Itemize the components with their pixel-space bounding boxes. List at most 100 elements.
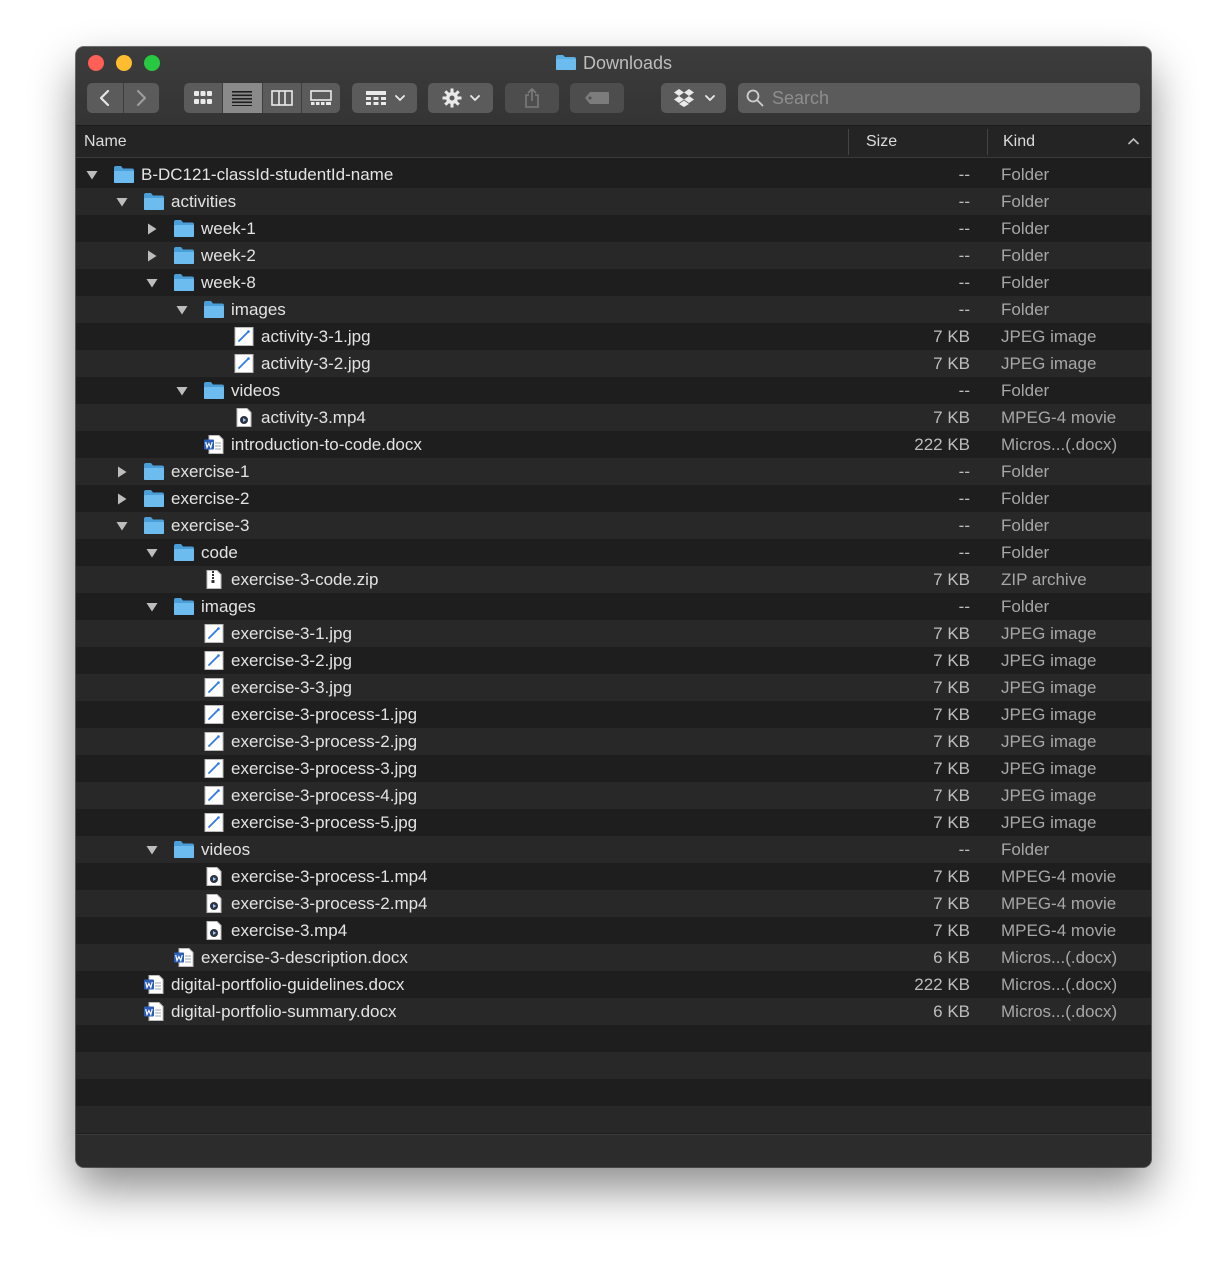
- item-name: week-1: [201, 219, 256, 238]
- file-row[interactable]: activity-3-1.jpg 7 KB JPEG image: [76, 323, 1151, 350]
- folder-row[interactable]: week-8 -- Folder: [76, 269, 1151, 296]
- item-size: 7 KB: [933, 921, 970, 940]
- search-field[interactable]: [738, 83, 1140, 113]
- file-row[interactable]: digital-portfolio-guidelines.docx 222 KB M…: [76, 971, 1151, 998]
- folder-row[interactable]: exercise-2 -- Folder: [76, 485, 1151, 512]
- gallery-view-button[interactable]: [302, 83, 340, 113]
- folder-row[interactable]: videos -- Folder: [76, 377, 1151, 404]
- item-kind: JPEG image: [1001, 813, 1097, 832]
- folder-row[interactable]: week-1 -- Folder: [76, 215, 1151, 242]
- disclosure-triangle-expanded-icon[interactable]: [175, 377, 189, 404]
- empty-row: [76, 1052, 1151, 1079]
- item-kind: Folder: [1001, 543, 1050, 562]
- folder-row[interactable]: activities -- Folder: [76, 188, 1151, 215]
- tag-icon: [585, 92, 609, 104]
- movie-file-icon: [203, 894, 225, 913]
- file-row[interactable]: exercise-3-process-3.jpg 7 KB JPEG image: [76, 755, 1151, 782]
- file-row[interactable]: exercise-3-2.jpg 7 KB JPEG image: [76, 647, 1151, 674]
- search-input[interactable]: [770, 86, 1114, 110]
- file-row[interactable]: exercise-3-process-4.jpg 7 KB JPEG image: [76, 782, 1151, 809]
- disclosure-triangle-collapsed-icon[interactable]: [145, 215, 159, 242]
- item-kind: Micros...(.docx): [1001, 975, 1118, 994]
- folder-row[interactable]: exercise-3 -- Folder: [76, 512, 1151, 539]
- item-kind: JPEG image: [1001, 354, 1097, 373]
- disclosure-triangle-expanded-icon[interactable]: [115, 188, 129, 215]
- disclosure-triangle-expanded-icon[interactable]: [145, 269, 159, 296]
- finder-window: Downloads Search Name Size Kind B-DC121-…: [76, 47, 1151, 1167]
- edit-tags-button[interactable]: [570, 83, 624, 113]
- folder-row[interactable]: images -- Folder: [76, 296, 1151, 323]
- chevron-down-icon: [469, 95, 480, 102]
- column-divider[interactable]: [848, 129, 849, 155]
- movie-file-icon: [233, 408, 255, 427]
- item-kind: Folder: [1001, 300, 1050, 319]
- folder-row[interactable]: images -- Folder: [76, 593, 1151, 620]
- icon-view-button[interactable]: [184, 83, 224, 113]
- file-row[interactable]: exercise-3-3.jpg 7 KB JPEG image: [76, 674, 1151, 701]
- disclosure-triangle-collapsed-icon[interactable]: [145, 242, 159, 269]
- disclosure-triangle-expanded-icon[interactable]: [175, 296, 189, 323]
- item-name: images: [201, 597, 256, 616]
- jpeg-file-icon: [203, 624, 225, 643]
- item-size: 7 KB: [933, 705, 970, 724]
- file-row[interactable]: exercise-3-process-5.jpg 7 KB JPEG image: [76, 809, 1151, 836]
- item-size: 7 KB: [933, 867, 970, 886]
- item-name: exercise-3-1.jpg: [231, 624, 352, 643]
- file-row[interactable]: exercise-3-process-2.jpg 7 KB JPEG image: [76, 728, 1151, 755]
- item-size: 222 KB: [914, 975, 970, 994]
- disclosure-triangle-collapsed-icon[interactable]: [115, 458, 129, 485]
- file-row[interactable]: exercise-3-description.docx 6 KB Micros...…: [76, 944, 1151, 971]
- file-row[interactable]: activity-3-2.jpg 7 KB JPEG image: [76, 350, 1151, 377]
- file-row[interactable]: exercise-3-process-2.mp4 7 KB MPEG-4 movie: [76, 890, 1151, 917]
- list-view-button[interactable]: [223, 83, 263, 113]
- folder-row[interactable]: code -- Folder: [76, 539, 1151, 566]
- file-row[interactable]: introduction-to-code.docx 222 KB Micros...…: [76, 431, 1151, 458]
- file-row[interactable]: exercise-3-code.zip 7 KB ZIP archive: [76, 566, 1151, 593]
- disclosure-triangle-expanded-icon[interactable]: [145, 836, 159, 863]
- file-row[interactable]: exercise-3-1.jpg 7 KB JPEG image: [76, 620, 1151, 647]
- item-kind: JPEG image: [1001, 624, 1097, 643]
- folder-icon: [173, 543, 195, 562]
- item-size: 6 KB: [933, 948, 970, 967]
- item-size: --: [958, 516, 970, 535]
- item-size: --: [958, 165, 970, 184]
- back-button[interactable]: [87, 83, 124, 113]
- file-row[interactable]: digital-portfolio-summary.docx 6 KB Micros…: [76, 998, 1151, 1025]
- action-button[interactable]: [428, 83, 493, 113]
- item-size: 7 KB: [933, 408, 970, 427]
- disclosure-triangle-expanded-icon[interactable]: [145, 593, 159, 620]
- file-row[interactable]: exercise-3.mp4 7 KB MPEG-4 movie: [76, 917, 1151, 944]
- folder-row[interactable]: videos -- Folder: [76, 836, 1151, 863]
- item-name: exercise-1: [171, 462, 250, 481]
- item-size: 7 KB: [933, 570, 970, 589]
- item-name: activity-3-2.jpg: [261, 354, 371, 373]
- window-title-area: Downloads: [76, 53, 1151, 76]
- dropbox-button[interactable]: [661, 83, 726, 113]
- share-button[interactable]: [505, 83, 559, 113]
- item-kind: Folder: [1001, 597, 1050, 616]
- file-row[interactable]: exercise-3-process-1.jpg 7 KB JPEG image: [76, 701, 1151, 728]
- column-header-size[interactable]: Size: [866, 126, 897, 157]
- jpeg-file-icon: [203, 678, 225, 697]
- folder-row[interactable]: B-DC121-classId-studentId-name -- Folder: [76, 161, 1151, 188]
- group-grid-icon: [365, 91, 386, 105]
- item-kind: Micros...(.docx): [1001, 948, 1118, 967]
- disclosure-triangle-expanded-icon[interactable]: [145, 539, 159, 566]
- file-row[interactable]: activity-3.mp4 7 KB MPEG-4 movie: [76, 404, 1151, 431]
- group-by-button[interactable]: [352, 83, 417, 113]
- folder-row[interactable]: week-2 -- Folder: [76, 242, 1151, 269]
- disclosure-triangle-expanded-icon[interactable]: [115, 512, 129, 539]
- disclosure-triangle-collapsed-icon[interactable]: [115, 485, 129, 512]
- item-kind: Folder: [1001, 165, 1050, 184]
- sort-ascending-icon[interactable]: [1128, 137, 1139, 145]
- column-view-button[interactable]: [263, 83, 302, 113]
- item-kind: JPEG image: [1001, 786, 1097, 805]
- column-divider[interactable]: [987, 129, 988, 155]
- file-row[interactable]: exercise-3-process-1.mp4 7 KB MPEG-4 movie: [76, 863, 1151, 890]
- column-header-name[interactable]: Name: [84, 126, 127, 157]
- column-header-kind[interactable]: Kind: [1003, 126, 1035, 157]
- folder-row[interactable]: exercise-1 -- Folder: [76, 458, 1151, 485]
- forward-button[interactable]: [124, 83, 160, 113]
- folder-icon: [555, 54, 577, 76]
- disclosure-triangle-expanded-icon[interactable]: [85, 161, 99, 188]
